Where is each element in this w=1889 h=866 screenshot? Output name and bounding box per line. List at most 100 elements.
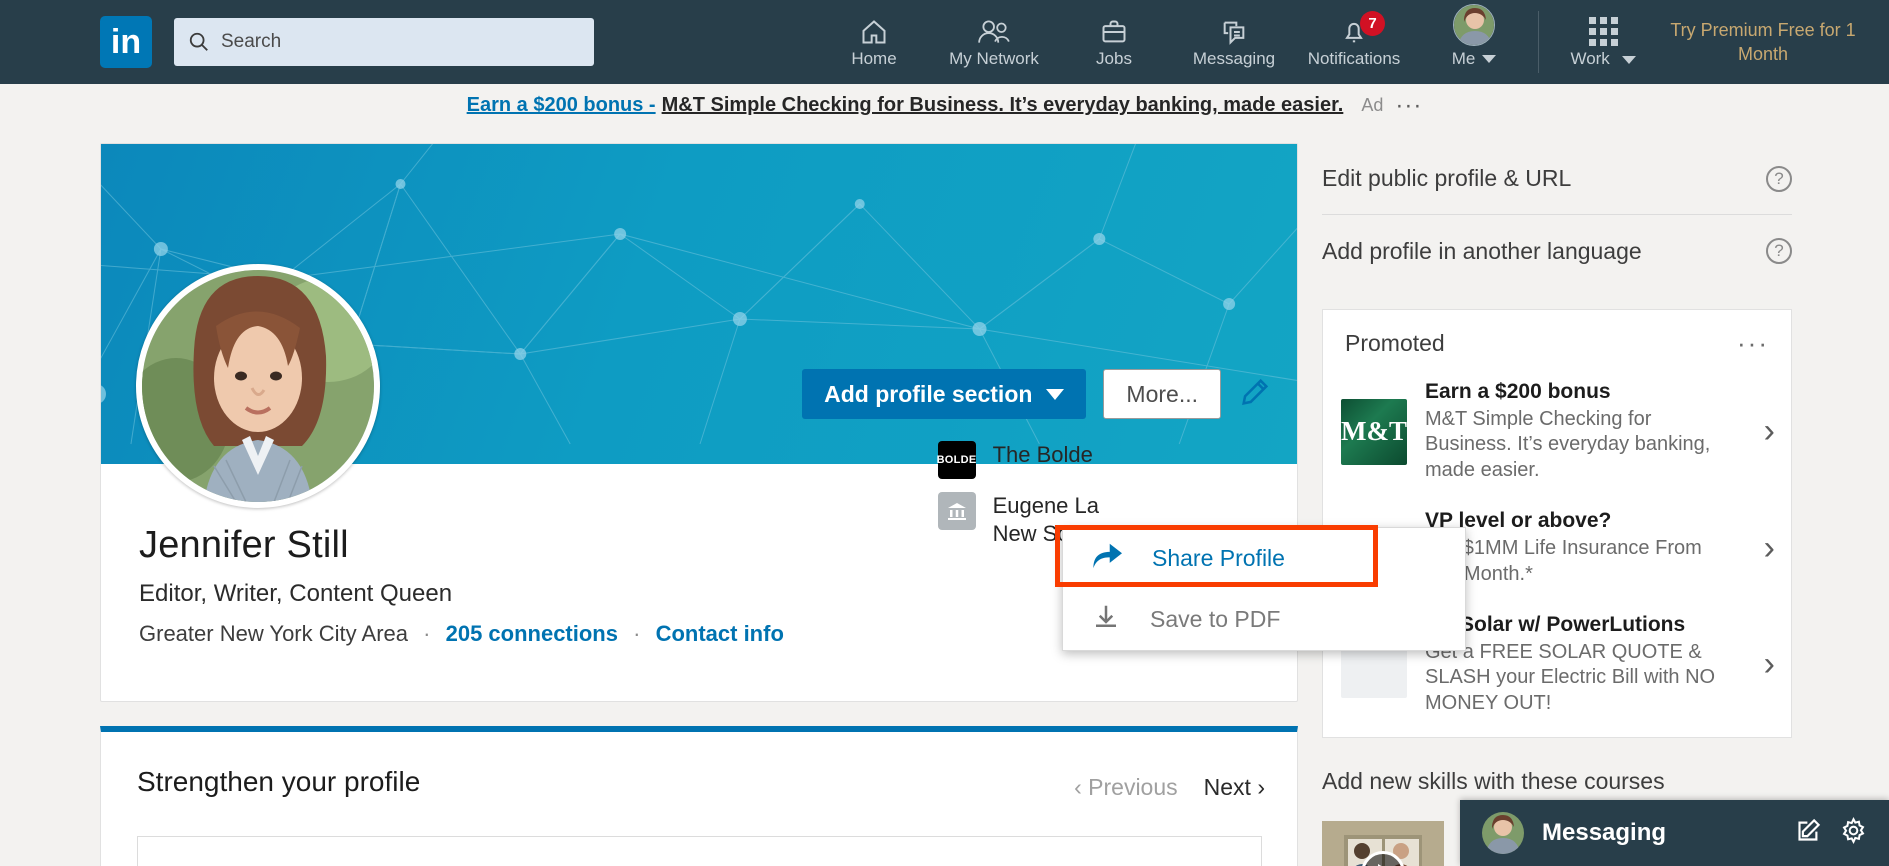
notification-badge: 7 [1360,11,1385,36]
menu-item-save-to-pdf[interactable]: Save to PDF [1063,589,1465,650]
nav-label: Messaging [1192,48,1276,68]
nav-label-me: Me [1452,49,1497,69]
pencil-icon[interactable] [1238,375,1272,414]
messaging-title: Messaging [1542,819,1667,846]
connections-link[interactable]: 205 connections [446,621,618,646]
nav-item-me[interactable]: Me [1414,0,1534,84]
help-circle-icon[interactable]: ? [1766,165,1792,192]
strengthen-item-box [137,836,1262,866]
add-language-link[interactable]: Add profile in another language ? [1322,215,1792,287]
chevron-down-icon [1046,388,1065,400]
chevron-right-icon: › [1257,774,1265,800]
nav-label: Work [1570,48,1610,68]
previous-label: Previous [1088,774,1178,800]
messaging-avatar [1482,812,1524,854]
nav-item-my-network[interactable]: My Network [934,0,1054,84]
add-profile-section-button[interactable]: Add profile section [802,369,1087,419]
avatar-image [1453,3,1495,46]
nav-label: Notifications [1307,48,1401,68]
people-icon [977,16,1011,46]
profile-photo[interactable] [136,264,380,508]
organization-item[interactable]: BOLDE The Bolde [937,441,1099,479]
menu-item-share-profile[interactable]: Share Profile [1063,528,1465,589]
rail-link-label: Add profile in another language [1322,237,1642,264]
message-icon [1220,16,1248,46]
organization-name: The Bolde [992,442,1093,467]
ad-overflow-menu-icon[interactable]: ··· [1395,92,1422,120]
nav-item-work[interactable]: Work [1543,0,1663,84]
promoted-overflow-icon[interactable]: ··· [1737,328,1769,359]
promoted-item-subtitle: Get $1MM Life Insurance From $28/Month.* [1425,537,1702,585]
grid-icon [1588,16,1618,46]
rail-link-label: Edit public profile & URL [1322,165,1572,191]
search-box[interactable] [174,18,594,66]
mt-bank-logo: M&T [1341,398,1407,465]
profile-photo-image [142,270,374,502]
download-icon [1090,602,1122,637]
search-icon [189,32,208,51]
promoted-item-title: VP level or above? [1425,509,1612,533]
chevron-left-icon: ‹ [1074,774,1082,800]
chevron-down-icon [1482,54,1497,63]
share-arrow-icon [1090,541,1124,576]
meta-separator: · [423,621,431,646]
promoted-item[interactable]: M&T Earn a $200 bonus M&T Simple Checkin… [1323,367,1791,496]
messaging-bar[interactable]: Messaging [1460,800,1889,866]
chevron-right-icon[interactable]: › [1758,412,1775,451]
next-label: Next [1203,774,1251,800]
chevron-down-icon [1621,55,1636,64]
right-sidebar: Edit public profile & URL ? Add profile … [1322,143,1792,866]
nav-item-home[interactable]: Home [814,0,934,84]
contact-info-link[interactable]: Contact info [656,621,784,646]
school-icon [937,492,976,530]
linkedin-logo[interactable]: in [100,16,152,68]
avatar [1453,3,1495,46]
promoted-body: VP level or above? Get $1MM Life Insuran… [1425,509,1740,587]
linkedin-profile-page: in Home [0,0,1889,866]
promoted-body: Earn a $200 bonus M&T Simple Checking fo… [1425,380,1740,483]
more-button[interactable]: More... [1103,369,1221,419]
gear-icon[interactable] [1840,816,1867,849]
home-icon [859,16,889,46]
promoted-card: Promoted ··· M&T Earn a $200 bonus M&T S… [1322,309,1792,739]
promoted-header: Promoted ··· [1323,328,1791,367]
help-circle-icon[interactable]: ? [1766,238,1792,264]
nav-label: My Network [949,48,1039,68]
menu-item-label: Share Profile [1152,545,1285,571]
meta-separator: · [633,621,641,646]
nav-label: Me [1451,48,1476,68]
promoted-item-title: Go Solar w/ PowerLutions [1425,612,1686,636]
courses-title: Add new skills with these courses [1322,768,1665,795]
bolde-logo: BOLDE [937,441,976,479]
more-dropdown-menu: Share Profile Save to PDF [1062,527,1466,651]
organization-name-line1: Eugene La [992,493,1099,518]
nav-divider [1538,11,1539,73]
briefcase-icon [1100,16,1128,46]
nav-label-work: Work [1570,48,1636,69]
promoted-title: Promoted [1345,330,1445,356]
compose-icon[interactable] [1795,817,1822,849]
search-input[interactable] [221,31,561,53]
nav-item-jobs[interactable]: Jobs [1054,0,1174,84]
previous-button[interactable]: ‹ Previous [1074,774,1178,801]
profile-actions: Add profile section More... [802,369,1272,419]
course-video-thumbnail[interactable] [1322,821,1444,866]
edit-public-profile-link[interactable]: Edit public profile & URL ? [1322,143,1792,215]
menu-item-label: Save to PDF [1150,606,1281,632]
top-navigation-bar: in Home [0,0,1889,84]
promoted-item-title: Earn a $200 bonus [1425,380,1611,403]
next-button[interactable]: Next › [1204,774,1265,801]
strengthen-profile-card: Strengthen your profile ‹ Previous Next … [100,726,1298,866]
chevron-right-icon[interactable]: › [1758,529,1775,568]
try-premium-link[interactable]: Try Premium Free for 1 Month [1663,18,1863,67]
promoted-item-subtitle: M&T Simple Checking for Business. It’s e… [1425,408,1711,481]
promoted-body: Go Solar w/ PowerLutions Get a FREE SOLA… [1425,613,1740,716]
chevron-right-icon[interactable]: › [1758,645,1775,684]
carousel-pager: ‹ Previous Next › [1074,774,1265,801]
ad-banner: Earn a $200 bonus - M&T Simple Checking … [0,84,1889,127]
nav-item-messaging[interactable]: Messaging [1174,0,1294,84]
nav-label: Home [851,48,897,68]
ad-banner-link[interactable]: Earn a $200 bonus - [467,94,656,117]
nav-label: Jobs [1096,48,1132,68]
nav-item-notifications[interactable]: 7 Notifications [1294,0,1414,84]
